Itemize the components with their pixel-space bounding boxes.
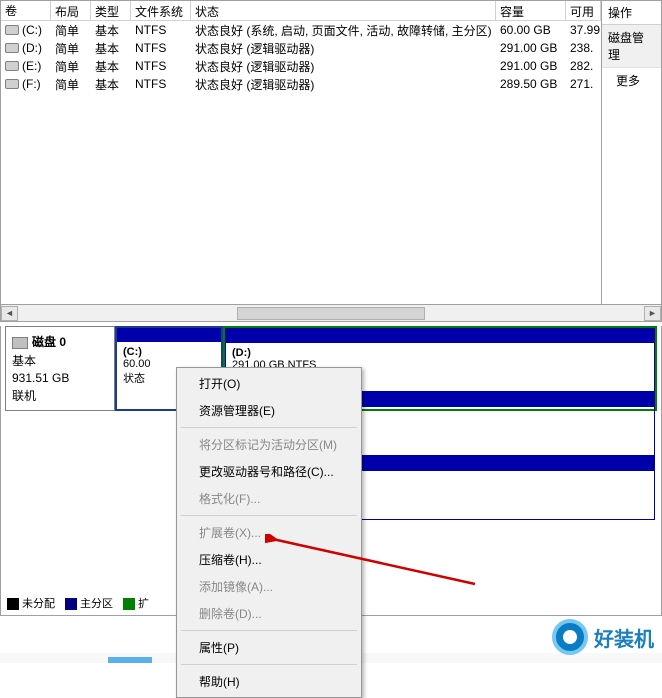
volume-capacity: 289.50 GB [496,76,566,92]
disk-size: 931.51 GB [12,371,108,385]
menu-delete: 删除卷(D)... [179,600,359,627]
col-header-status[interactable]: 状态 [191,1,496,20]
legend: 未分配 主分区 扩 [7,595,149,611]
horizontal-scrollbar[interactable]: ◄ ► [0,305,662,322]
menu-mark-active: 将分区标记为活动分区(M) [179,431,359,458]
volume-available: 238. [566,40,601,56]
menu-change-letter[interactable]: 更改驱动器号和路径(C)... [179,458,359,485]
volume-name: (E:) [22,59,41,73]
col-header-available[interactable]: 可用 [566,1,601,20]
actions-more[interactable]: 更多 [602,68,661,93]
volume-layout: 简单 [51,21,91,40]
menu-open[interactable]: 打开(O) [179,370,359,397]
volume-list: 卷 布局 类型 文件系统 状态 容量 可用 (C:)简单基本NTFS状态良好 (… [0,0,602,305]
volume-icon [5,25,19,35]
disk-state: 联机 [12,387,108,404]
taskbar-highlight [108,657,152,663]
actions-header: 操作 [602,1,661,25]
volume-icon [5,61,19,71]
disk-type: 基本 [12,352,108,369]
context-menu: 打开(O) 资源管理器(E) 将分区标记为活动分区(M) 更改驱动器号和路径(C… [176,367,362,698]
partition-label: (C:) [123,346,215,358]
volume-icon [5,43,19,53]
disk-icon [12,337,28,349]
legend-unalloc: 未分配 [22,598,55,610]
volume-row[interactable]: (E:) 简单基本NTFS状态良好 (逻辑驱动器)291.00 GB282. [1,57,601,75]
volume-status: 状态良好 (逻辑驱动器) [191,39,496,58]
menu-separator [181,427,357,428]
disk-info[interactable]: 磁盘 0 基本 931.51 GB 联机 [5,326,115,411]
watermark: 好装机 [552,619,654,655]
volume-type: 基本 [91,39,131,58]
scroll-left-button[interactable]: ◄ [1,306,18,321]
volume-fs: NTFS [131,22,191,38]
legend-unalloc-box [7,598,19,610]
col-header-capacity[interactable]: 容量 [496,1,566,20]
volume-layout: 简单 [51,39,91,58]
volume-capacity: 291.00 GB [496,40,566,56]
volume-type: 基本 [91,75,131,94]
volume-status: 状态良好 (系统, 启动, 页面文件, 活动, 故障转储, 主分区) [191,21,496,40]
watermark-logo-icon [552,619,588,655]
volume-available: 37.99 [566,22,601,38]
menu-shrink[interactable]: 压缩卷(H)... [179,546,359,573]
volume-list-header: 卷 布局 类型 文件系统 状态 容量 可用 [1,1,601,21]
legend-primary-box [65,598,77,610]
volume-type: 基本 [91,57,131,76]
legend-primary: 主分区 [80,598,113,610]
scroll-thumb[interactable] [237,307,425,320]
volume-fs: NTFS [131,40,191,56]
volume-fs: NTFS [131,58,191,74]
menu-separator [181,515,357,516]
volume-layout: 简单 [51,57,91,76]
volume-row[interactable]: (C:) 简单基本NTFS状态良好 (系统, 启动, 页面文件, 活动, 故障转储… [1,21,601,39]
volume-status: 状态良好 (逻辑驱动器) [191,75,496,94]
volume-layout: 简单 [51,75,91,94]
volume-status: 状态良好 (逻辑驱动器) [191,57,496,76]
col-header-type[interactable]: 类型 [91,1,131,20]
partition-header [226,329,654,343]
actions-panel: 操作 磁盘管理 更多 [602,0,662,305]
menu-explorer[interactable]: 资源管理器(E) [179,397,359,424]
menu-separator [181,630,357,631]
legend-ext-box [123,598,135,610]
volume-row[interactable]: (F:) 简单基本NTFS状态良好 (逻辑驱动器)289.50 GB271. [1,75,601,93]
col-header-layout[interactable]: 布局 [51,1,91,20]
menu-format: 格式化(F)... [179,485,359,512]
volume-available: 282. [566,58,601,74]
volume-type: 基本 [91,21,131,40]
volume-fs: NTFS [131,76,191,92]
volume-name: (D:) [22,41,42,55]
col-header-volume[interactable]: 卷 [1,1,51,20]
scroll-right-button[interactable]: ► [644,306,661,321]
legend-ext: 扩 [138,598,149,610]
scroll-track[interactable] [18,306,644,321]
volume-row[interactable]: (D:) 简单基本NTFS状态良好 (逻辑驱动器)291.00 GB238. [1,39,601,57]
actions-disk-mgmt[interactable]: 磁盘管理 [602,25,661,68]
watermark-text: 好装机 [594,623,654,652]
menu-extend: 扩展卷(X)... [179,519,359,546]
menu-properties[interactable]: 属性(P) [179,634,359,661]
volume-available: 271. [566,76,601,92]
menu-add-mirror: 添加镜像(A)... [179,573,359,600]
partition-label: (D:) [232,347,648,359]
volume-name: (C:) [22,23,42,37]
menu-separator [181,664,357,665]
menu-help[interactable]: 帮助(H) [179,668,359,695]
volume-name: (F:) [22,77,41,91]
volume-capacity: 60.00 GB [496,22,566,38]
disk-title: 磁盘 0 [32,335,66,349]
volume-icon [5,79,19,89]
volume-capacity: 291.00 GB [496,58,566,74]
col-header-fs[interactable]: 文件系统 [131,1,191,20]
partition-header [117,328,221,342]
